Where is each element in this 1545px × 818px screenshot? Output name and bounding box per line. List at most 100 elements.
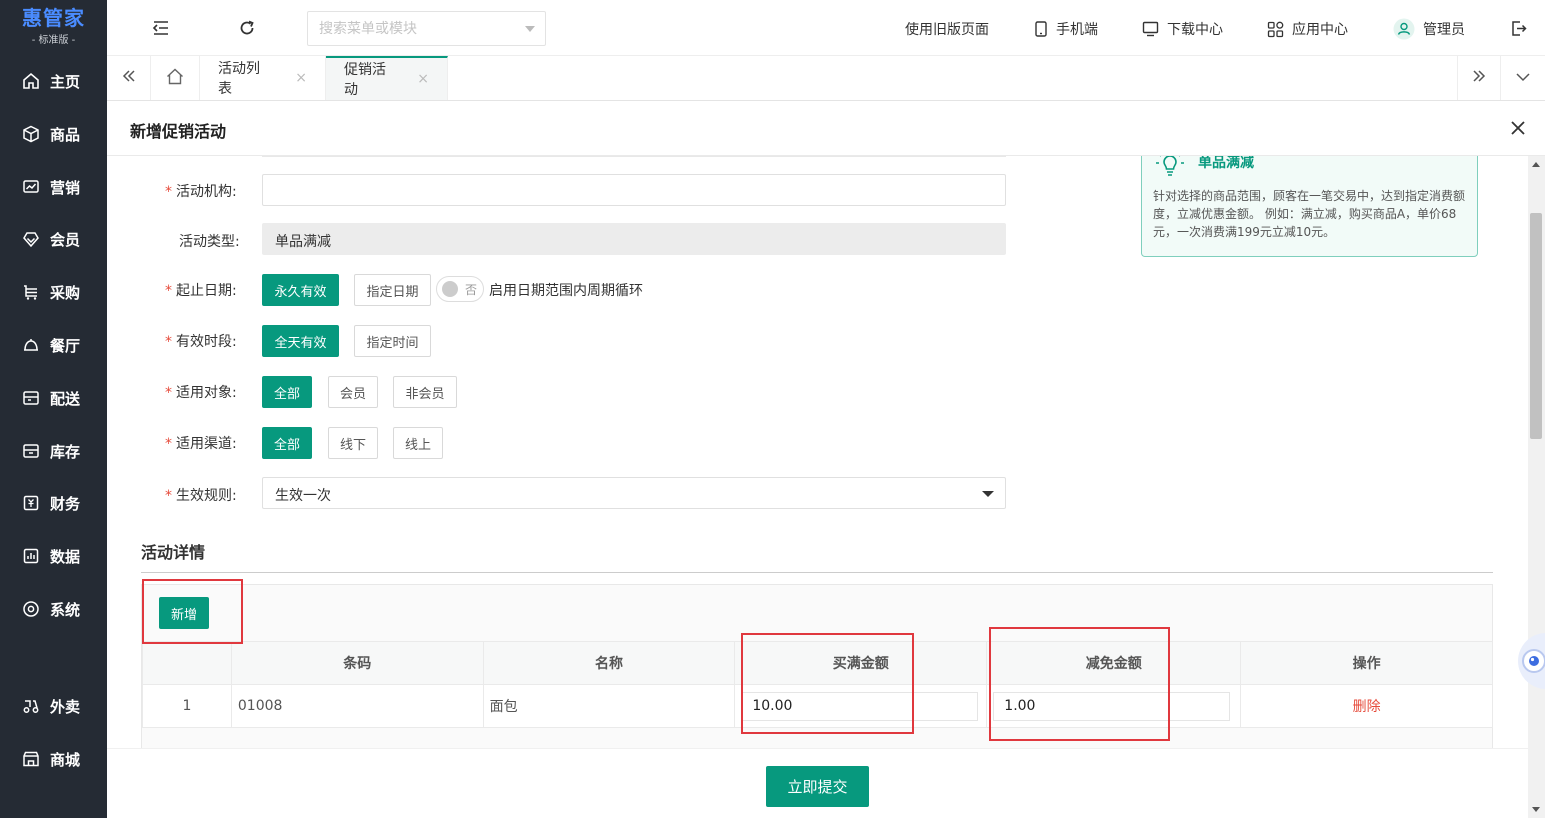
sidebar-item-takeout[interactable]: 外卖 [0, 688, 107, 724]
top-header: 使用旧版页面 手机端 下载中心 应用中心 管理员 [107, 0, 1545, 56]
download-center-link[interactable]: 下载中心 [1142, 18, 1223, 40]
close-icon[interactable]: × [295, 70, 307, 86]
system-icon [22, 600, 40, 618]
cloche-icon [22, 336, 40, 354]
column-header-action: 操作 [1240, 641, 1493, 685]
chevron-down-icon[interactable] [525, 26, 535, 32]
toggle-state: 否 [465, 283, 478, 297]
submit-button[interactable]: 立即提交 [766, 766, 869, 807]
scroll-up-arrow-icon[interactable] [1532, 162, 1540, 167]
row-threshold-cell: 10.00 [734, 684, 988, 728]
mobile-link[interactable]: 手机端 [1034, 18, 1098, 40]
user-menu[interactable]: 管理员 [1393, 18, 1465, 40]
details-section-title: 活动详情 [141, 543, 206, 562]
row-discount-cell: 1.00 [986, 684, 1242, 728]
channel-all-button[interactable]: 全部 [262, 427, 312, 459]
close-icon[interactable]: × [417, 71, 429, 87]
time-label: * 有效时段: [165, 334, 237, 350]
logout-icon[interactable] [1508, 18, 1528, 38]
sidebar-item-delivery[interactable]: 配送 [0, 380, 107, 416]
sidebar-item-goods[interactable]: 商品 [0, 116, 107, 152]
discount-input[interactable]: 1.00 [993, 691, 1231, 721]
tabs-scroll-left-button[interactable] [107, 56, 151, 100]
tab-bar: 活动列表 × 促销活动 × [107, 56, 1545, 101]
menu-search-select[interactable] [307, 11, 546, 46]
sidebar-item-purchase[interactable]: 采购 [0, 274, 107, 310]
rule-select[interactable]: 生效一次 [262, 477, 1006, 509]
box-icon [22, 125, 40, 143]
tabs-scroll-right-button[interactable] [1457, 56, 1501, 100]
tabs-dropdown-button[interactable] [1501, 56, 1545, 100]
app-center-link[interactable]: 应用中心 [1267, 18, 1348, 40]
sidebar-item-inventory[interactable]: 库存 [0, 433, 107, 469]
data-icon [22, 547, 40, 565]
threshold-input[interactable]: 10.00 [741, 691, 979, 721]
sidebar-item-system[interactable]: 系统 [0, 591, 107, 627]
menu-search-input[interactable] [308, 12, 508, 45]
tab-promotion[interactable]: 促销活动 × [326, 56, 448, 100]
time-allday-button[interactable]: 全天有效 [262, 325, 339, 357]
sidebar-item-label: 主页 [50, 72, 81, 91]
lightbulb-icon [1154, 156, 1186, 184]
column-header-index [142, 641, 232, 685]
org-label: * 活动机构: [165, 184, 237, 200]
column-header-threshold: 买满金额 [734, 641, 988, 685]
sidebar-item-mall[interactable]: 商城 [0, 741, 107, 777]
tab-home[interactable] [151, 56, 200, 100]
double-chevron-right-icon [1472, 70, 1486, 86]
sidebar-item-finance[interactable]: 财务 [0, 485, 107, 521]
sidebar-item-marketing[interactable]: 营销 [0, 169, 107, 205]
dialog-body: * 活动机构: 活动类型: 单品满减 * 起止日期: 永久有效 指定日期 否 启用日… [107, 156, 1528, 748]
channel-offline-button[interactable]: 线下 [328, 427, 378, 459]
old-version-link[interactable]: 使用旧版页面 [905, 18, 989, 40]
sidebar-item-label: 会员 [50, 230, 81, 249]
apps-grid-icon [1267, 21, 1284, 38]
details-grid: 新增 条码 名称 买满金额 减免金额 操作 1 01008 面包 10.00 1… [141, 584, 1493, 748]
org-input[interactable] [262, 174, 1006, 206]
sidebar-item-member[interactable]: 会员 [0, 221, 107, 257]
dialog-title: 新增促销活动 [130, 122, 227, 141]
brand-name: 惠管家 [22, 5, 85, 30]
table-row: 1 01008 面包 10.00 1.00 删除 [142, 684, 1493, 728]
channel-online-button[interactable]: 线上 [393, 427, 443, 459]
dialog-footer: 立即提交 [107, 748, 1528, 818]
diamond-icon [22, 230, 40, 248]
refresh-icon[interactable] [237, 18, 257, 38]
date-permanent-button[interactable]: 永久有效 [262, 274, 339, 306]
scroll-thumb[interactable] [1530, 213, 1542, 439]
target-nonmember-button[interactable]: 非会员 [393, 376, 457, 408]
sidebar-item-label: 采购 [50, 283, 81, 302]
sidebar-item-label: 库存 [50, 442, 81, 461]
delete-link[interactable]: 删除 [1353, 699, 1381, 715]
date-specific-button[interactable]: 指定日期 [354, 274, 431, 306]
tab-label: 活动列表 [218, 61, 260, 97]
caret-down-icon [982, 491, 994, 497]
sidebar-item-label: 餐厅 [50, 336, 81, 355]
mobile-label: 手机端 [1056, 22, 1098, 38]
time-specific-button[interactable]: 指定时间 [354, 325, 431, 357]
cart-icon [22, 283, 40, 301]
target-all-button[interactable]: 全部 [262, 376, 312, 408]
collapse-menu-icon[interactable] [151, 18, 171, 38]
row-action-cell: 删除 [1240, 684, 1493, 728]
brand-logo[interactable]: 惠管家 - 标准版 - [0, 0, 107, 52]
rule-label: * 生效规则: [165, 488, 237, 504]
column-header-name: 名称 [482, 641, 736, 685]
finance-icon [22, 494, 40, 512]
column-header-barcode: 条码 [230, 641, 484, 685]
sidebar-item-home[interactable]: 主页 [0, 63, 107, 99]
sidebar-item-label: 财务 [50, 494, 81, 513]
cycle-toggle[interactable]: 否 [436, 276, 484, 302]
vertical-scrollbar[interactable] [1528, 156, 1545, 818]
scroll-down-arrow-icon[interactable] [1532, 807, 1540, 812]
sidebar-item-restaurant[interactable]: 餐厅 [0, 327, 107, 363]
inventory-icon [22, 442, 40, 460]
sidebar-item-data[interactable]: 数据 [0, 538, 107, 574]
brand-edition: - 标准版 - [31, 34, 76, 46]
tab-activity-list[interactable]: 活动列表 × [200, 56, 326, 100]
monitor-icon [1142, 21, 1159, 37]
dialog-header: 新增促销活动 [107, 101, 1545, 156]
add-row-button[interactable]: 新增 [159, 597, 209, 629]
close-icon[interactable] [1507, 117, 1529, 139]
target-member-button[interactable]: 会员 [328, 376, 378, 408]
